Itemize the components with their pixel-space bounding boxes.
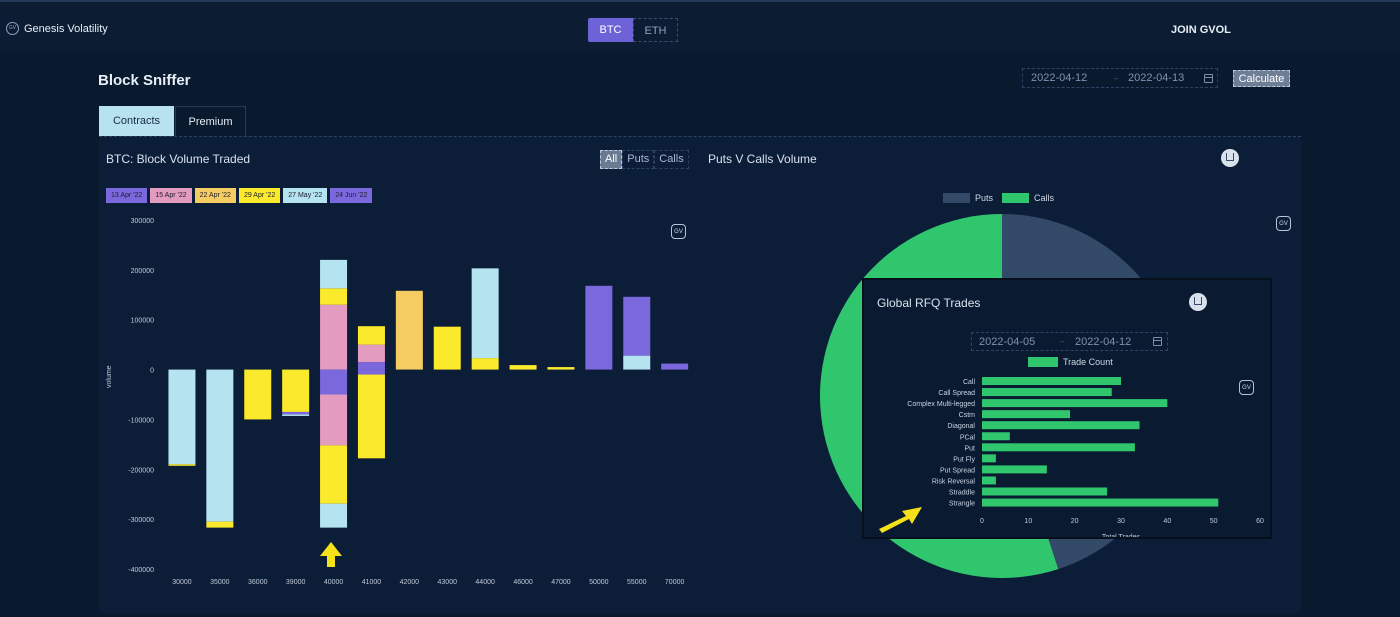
- x-tick-label: 0: [980, 518, 984, 525]
- x-tick-label: 10: [1024, 518, 1032, 525]
- category-label: Put Spread: [940, 467, 975, 474]
- rfq-bar[interactable]: [982, 432, 1010, 441]
- x-tick-label: 30: [1117, 518, 1125, 525]
- category-label: Straddle: [949, 490, 975, 497]
- category-label: Call: [963, 379, 976, 386]
- rfq-bar[interactable]: [982, 498, 1219, 507]
- rfq-bar[interactable]: [982, 388, 1112, 397]
- arrow-annotation-icon: [879, 507, 922, 533]
- rfq-bar[interactable]: [982, 421, 1140, 430]
- rfq-bar[interactable]: [982, 476, 996, 485]
- x-tick-label: 60: [1256, 518, 1264, 525]
- category-label: Put Fly: [953, 456, 975, 463]
- rfq-bar[interactable]: [982, 443, 1135, 452]
- category-label: Call Spread: [938, 390, 975, 397]
- x-tick-label: 40: [1163, 518, 1171, 525]
- x-axis-label: Total Trades: [1102, 534, 1141, 537]
- rfq-bar[interactable]: [982, 465, 1047, 474]
- rfq-bar[interactable]: [982, 377, 1121, 385]
- category-label: Risk Reversal: [932, 478, 976, 485]
- rfq-bar[interactable]: [982, 487, 1108, 496]
- rfq-bar[interactable]: [982, 454, 996, 463]
- category-label: Complex Multi-legged: [907, 401, 975, 408]
- rfq-trades-chart: Call Call Spread Complex Multi-legged Cstm D…: [907, 377, 1264, 537]
- x-tick-label: 20: [1071, 518, 1079, 525]
- x-tick-label: 50: [1210, 518, 1218, 525]
- category-label: Put: [964, 445, 975, 452]
- category-label: Strangle: [949, 501, 975, 508]
- category-label: PCal: [960, 434, 976, 441]
- category-label: Diagonal: [947, 423, 975, 430]
- rfq-bar[interactable]: [982, 399, 1168, 408]
- rfq-bar[interactable]: [982, 410, 1071, 419]
- global-rfq-panel: Global RFQ Trades 2022-04-05 → 2022-04-1…: [862, 278, 1272, 539]
- category-label: Cstm: [959, 412, 976, 419]
